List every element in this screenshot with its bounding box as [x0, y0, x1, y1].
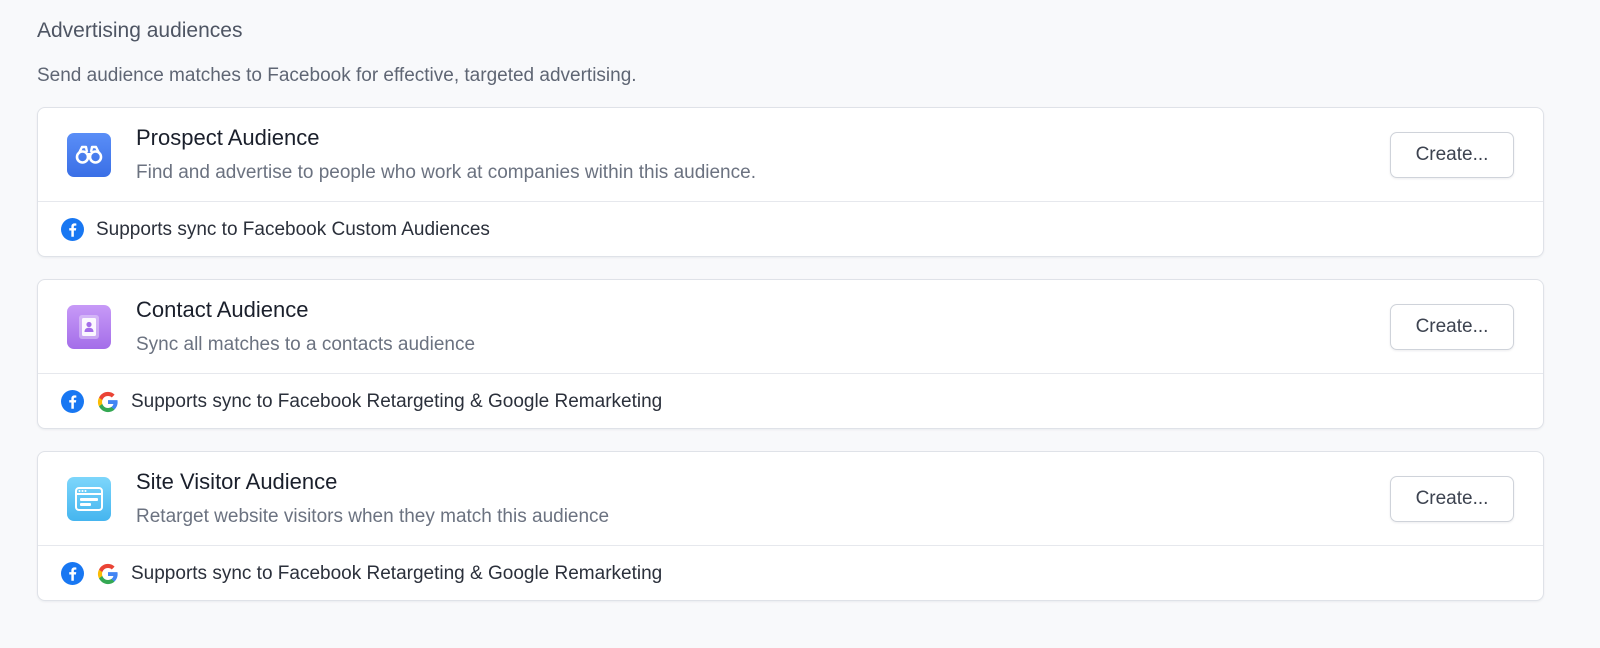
- card-sync-info: Supports sync to Facebook Custom Audienc…: [38, 202, 1543, 256]
- section-title: Advertising audiences: [37, 19, 243, 42]
- card-header: Contact Audience Sync all matches to a c…: [38, 280, 1543, 374]
- sync-support-text: Supports sync to Facebook Retargeting & …: [131, 390, 663, 412]
- create-contact-audience-button[interactable]: Create...: [1390, 304, 1514, 350]
- audience-card-contact: Contact Audience Sync all matches to a c…: [37, 279, 1544, 429]
- facebook-icon: [61, 218, 84, 241]
- sync-support-text: Supports sync to Facebook Retargeting & …: [131, 562, 663, 584]
- google-icon: [96, 562, 119, 585]
- facebook-icon: [61, 390, 84, 413]
- section-description: Send audience matches to Facebook for ef…: [37, 65, 637, 86]
- card-title: Contact Audience: [136, 297, 309, 322]
- audience-card-prospect: Prospect Audience Find and advertise to …: [37, 107, 1544, 257]
- contact-book-icon: [67, 305, 111, 349]
- facebook-icon: [61, 562, 84, 585]
- advertising-audiences-page: Advertising audiences Send audience matc…: [0, 0, 1600, 648]
- card-header: Site Visitor Audience Retarget website v…: [38, 452, 1543, 546]
- sync-support-text: Supports sync to Facebook Custom Audienc…: [96, 218, 490, 240]
- card-description: Find and advertise to people who work at…: [136, 162, 756, 183]
- card-title: Site Visitor Audience: [136, 469, 338, 494]
- browser-window-icon: [67, 477, 111, 521]
- card-header: Prospect Audience Find and advertise to …: [38, 108, 1543, 202]
- binoculars-icon: [67, 133, 111, 177]
- create-prospect-audience-button[interactable]: Create...: [1390, 132, 1514, 178]
- card-sync-info: Supports sync to Facebook Retargeting & …: [38, 374, 1543, 428]
- create-site-visitor-audience-button[interactable]: Create...: [1390, 476, 1514, 522]
- card-sync-info: Supports sync to Facebook Retargeting & …: [38, 546, 1543, 600]
- audience-card-site-visitor: Site Visitor Audience Retarget website v…: [37, 451, 1544, 601]
- card-title: Prospect Audience: [136, 125, 320, 150]
- card-description: Retarget website visitors when they matc…: [136, 506, 610, 527]
- card-description: Sync all matches to a contacts audience: [136, 334, 476, 355]
- google-icon: [96, 390, 119, 413]
